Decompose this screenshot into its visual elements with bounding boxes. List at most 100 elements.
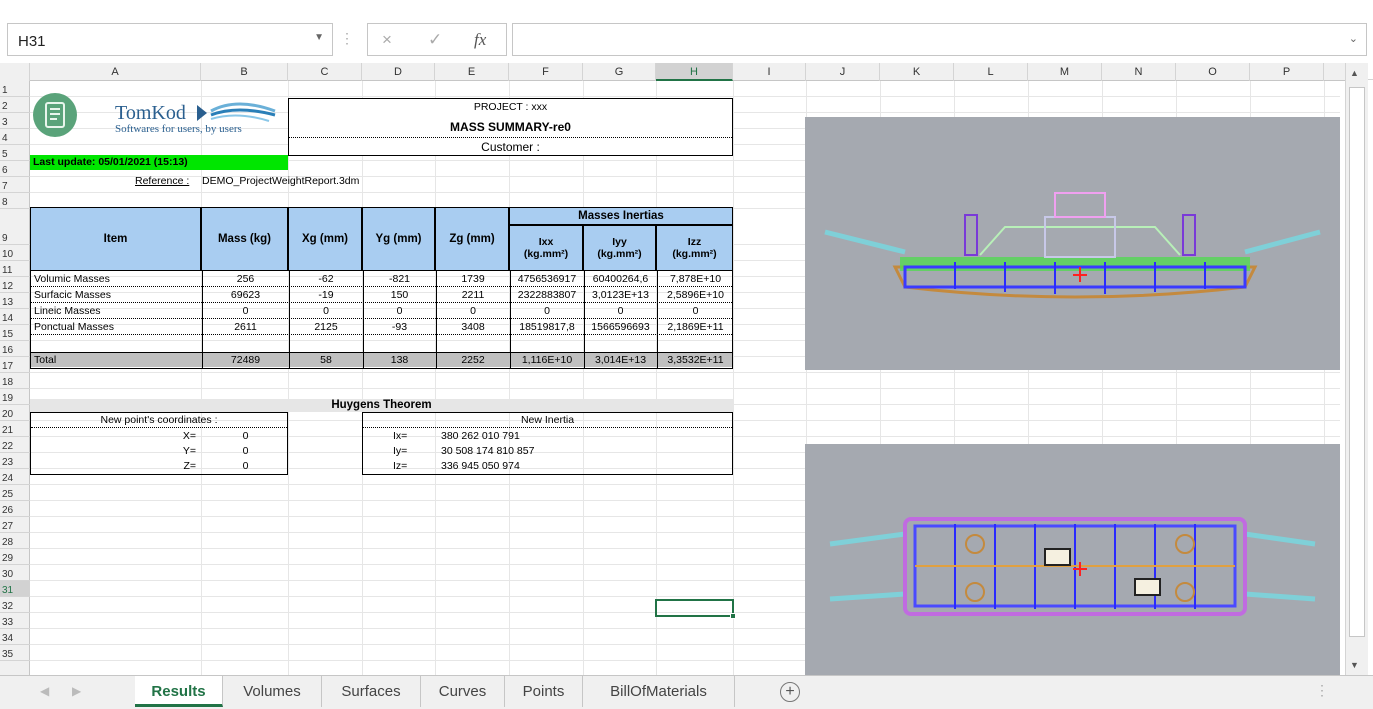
row-header-35[interactable]: 35 (0, 645, 30, 661)
tab-billofmaterials[interactable]: BillOfMaterials (583, 676, 735, 707)
add-sheet-icon[interactable]: + (780, 682, 800, 702)
selected-cell[interactable] (655, 599, 736, 619)
column-header-p[interactable]: P (1250, 63, 1324, 81)
row-header-29[interactable]: 29 (0, 549, 30, 565)
reference-value: DEMO_ProjectWeightReport.3dm (202, 175, 360, 187)
row-header-30[interactable]: 30 (0, 565, 30, 581)
scroll-down-icon[interactable]: ▼ (1350, 660, 1359, 670)
row-header-8[interactable]: 8 (0, 193, 30, 209)
row-header-10[interactable]: 10 (0, 245, 30, 261)
row-header-3[interactable]: 3 (0, 113, 30, 129)
coord-value[interactable]: 0 (202, 431, 289, 442)
row-header-32[interactable]: 32 (0, 597, 30, 613)
header-masses-inertias: Masses Inertias (509, 207, 733, 225)
column-header-f[interactable]: F (509, 63, 583, 81)
row-header-14[interactable]: 14 (0, 309, 30, 325)
column-header-n[interactable]: N (1102, 63, 1176, 81)
row-header-11[interactable]: 11 (0, 261, 30, 277)
table-cell: 0 (692, 305, 699, 317)
row-header-26[interactable]: 26 (0, 501, 30, 517)
row-header-33[interactable]: 33 (0, 613, 30, 629)
formula-input[interactable]: ⌄ (512, 23, 1367, 56)
row-header-24[interactable]: 24 (0, 469, 30, 485)
row-header-18[interactable]: 18 (0, 373, 30, 389)
tab-curves[interactable]: Curves (421, 676, 505, 707)
tab-points[interactable]: Points (505, 676, 583, 707)
column-header-o[interactable]: O (1176, 63, 1250, 81)
coord-value[interactable]: 0 (202, 461, 289, 472)
scroll-up-icon[interactable]: ▲ (1350, 68, 1359, 78)
side-view-image[interactable] (805, 117, 1340, 370)
insert-function-icon[interactable]: fx (474, 30, 486, 50)
row-header-21[interactable]: 21 (0, 421, 30, 437)
prev-sheet-icon[interactable]: ◀ (40, 684, 49, 698)
top-view-image[interactable] (805, 444, 1340, 675)
table-cell: -821 (388, 273, 410, 285)
row-header-7[interactable]: 7 (0, 177, 30, 193)
column-header-c[interactable]: C (288, 63, 362, 81)
table-cell: 0 (617, 305, 624, 317)
table-cell: 2125 (314, 321, 338, 333)
chevron-down-icon[interactable]: ⌄ (1349, 32, 1358, 45)
chevron-down-icon[interactable]: ▼ (314, 32, 324, 43)
row-header-25[interactable]: 25 (0, 485, 30, 501)
scrollbar-thumb[interactable] (1349, 87, 1365, 637)
column-header-e[interactable]: E (435, 63, 509, 81)
row-header-2[interactable]: 2 (0, 97, 30, 113)
row-header-20[interactable]: 20 (0, 405, 30, 421)
row-header-19[interactable]: 19 (0, 389, 30, 405)
column-header-l[interactable]: L (954, 63, 1028, 81)
tab-volumes[interactable]: Volumes (223, 676, 322, 707)
vertical-scrollbar[interactable]: ▲ ▼ (1345, 63, 1368, 675)
inertia-value: 30 508 174 810 857 (441, 445, 535, 457)
column-header-b[interactable]: B (201, 63, 288, 81)
column-headers: A B C D E F G H I J K L M N O P (0, 63, 1345, 81)
row-header-9[interactable]: 9 (0, 209, 30, 245)
fill-handle[interactable] (730, 613, 736, 619)
coord-value[interactable]: 0 (202, 446, 289, 457)
name-box[interactable]: H31 ▼ (7, 23, 333, 56)
column-header-a[interactable]: A (30, 63, 201, 81)
coord-label: X= (182, 430, 196, 442)
column-header-i[interactable]: I (733, 63, 806, 81)
row-header-22[interactable]: 22 (0, 437, 30, 453)
column-header-g[interactable]: G (583, 63, 656, 81)
tab-bar-splitter-icon[interactable]: ⋮ (1315, 682, 1329, 699)
cancel-icon[interactable]: × (382, 30, 392, 50)
next-sheet-icon[interactable]: ▶ (72, 684, 81, 698)
column-header-h[interactable]: H (656, 63, 733, 81)
table-cell: Ponctual Masses (34, 321, 114, 333)
enter-icon[interactable]: ✓ (428, 30, 442, 50)
row-header-13[interactable]: 13 (0, 293, 30, 309)
column-header-m[interactable]: M (1028, 63, 1102, 81)
select-all-corner[interactable] (0, 63, 30, 81)
row-header-1[interactable]: 1 (0, 81, 30, 97)
row-header-16[interactable]: 16 (0, 341, 30, 357)
row-header-28[interactable]: 28 (0, 533, 30, 549)
table-cell: 4756536917 (517, 273, 577, 285)
tab-surfaces[interactable]: Surfaces (322, 676, 421, 707)
row-header-12[interactable]: 12 (0, 277, 30, 293)
table-cell: 2,5896E+10 (667, 289, 724, 301)
table-cell: -19 (318, 289, 334, 301)
column-header-d[interactable]: D (362, 63, 435, 81)
total-cell: 1,116E+10 (521, 354, 573, 366)
column-header-j[interactable]: J (806, 63, 880, 81)
formula-bar-separator: ⋮ (340, 30, 354, 46)
row-header-15[interactable]: 15 (0, 325, 30, 341)
row-header-17[interactable]: 17 (0, 357, 30, 373)
row-header-34[interactable]: 34 (0, 629, 30, 645)
last-update-banner: Last update: 05/01/2021 (15:13) (30, 155, 288, 170)
table-cell: Lineic Masses (34, 305, 101, 317)
table-cell: 256 (236, 273, 255, 285)
row-header-31[interactable]: 31 (0, 581, 30, 597)
sheet-grid[interactable]: TomKod Softwares for users, by users PRO… (30, 81, 1340, 675)
row-header-27[interactable]: 27 (0, 517, 30, 533)
row-header-5[interactable]: 5 (0, 145, 30, 161)
row-header-6[interactable]: 6 (0, 161, 30, 177)
column-header-k[interactable]: K (880, 63, 954, 81)
row-header-4[interactable]: 4 (0, 129, 30, 145)
tab-results[interactable]: Results (135, 676, 223, 707)
reference-label: Reference : (135, 175, 190, 187)
row-header-23[interactable]: 23 (0, 453, 30, 469)
